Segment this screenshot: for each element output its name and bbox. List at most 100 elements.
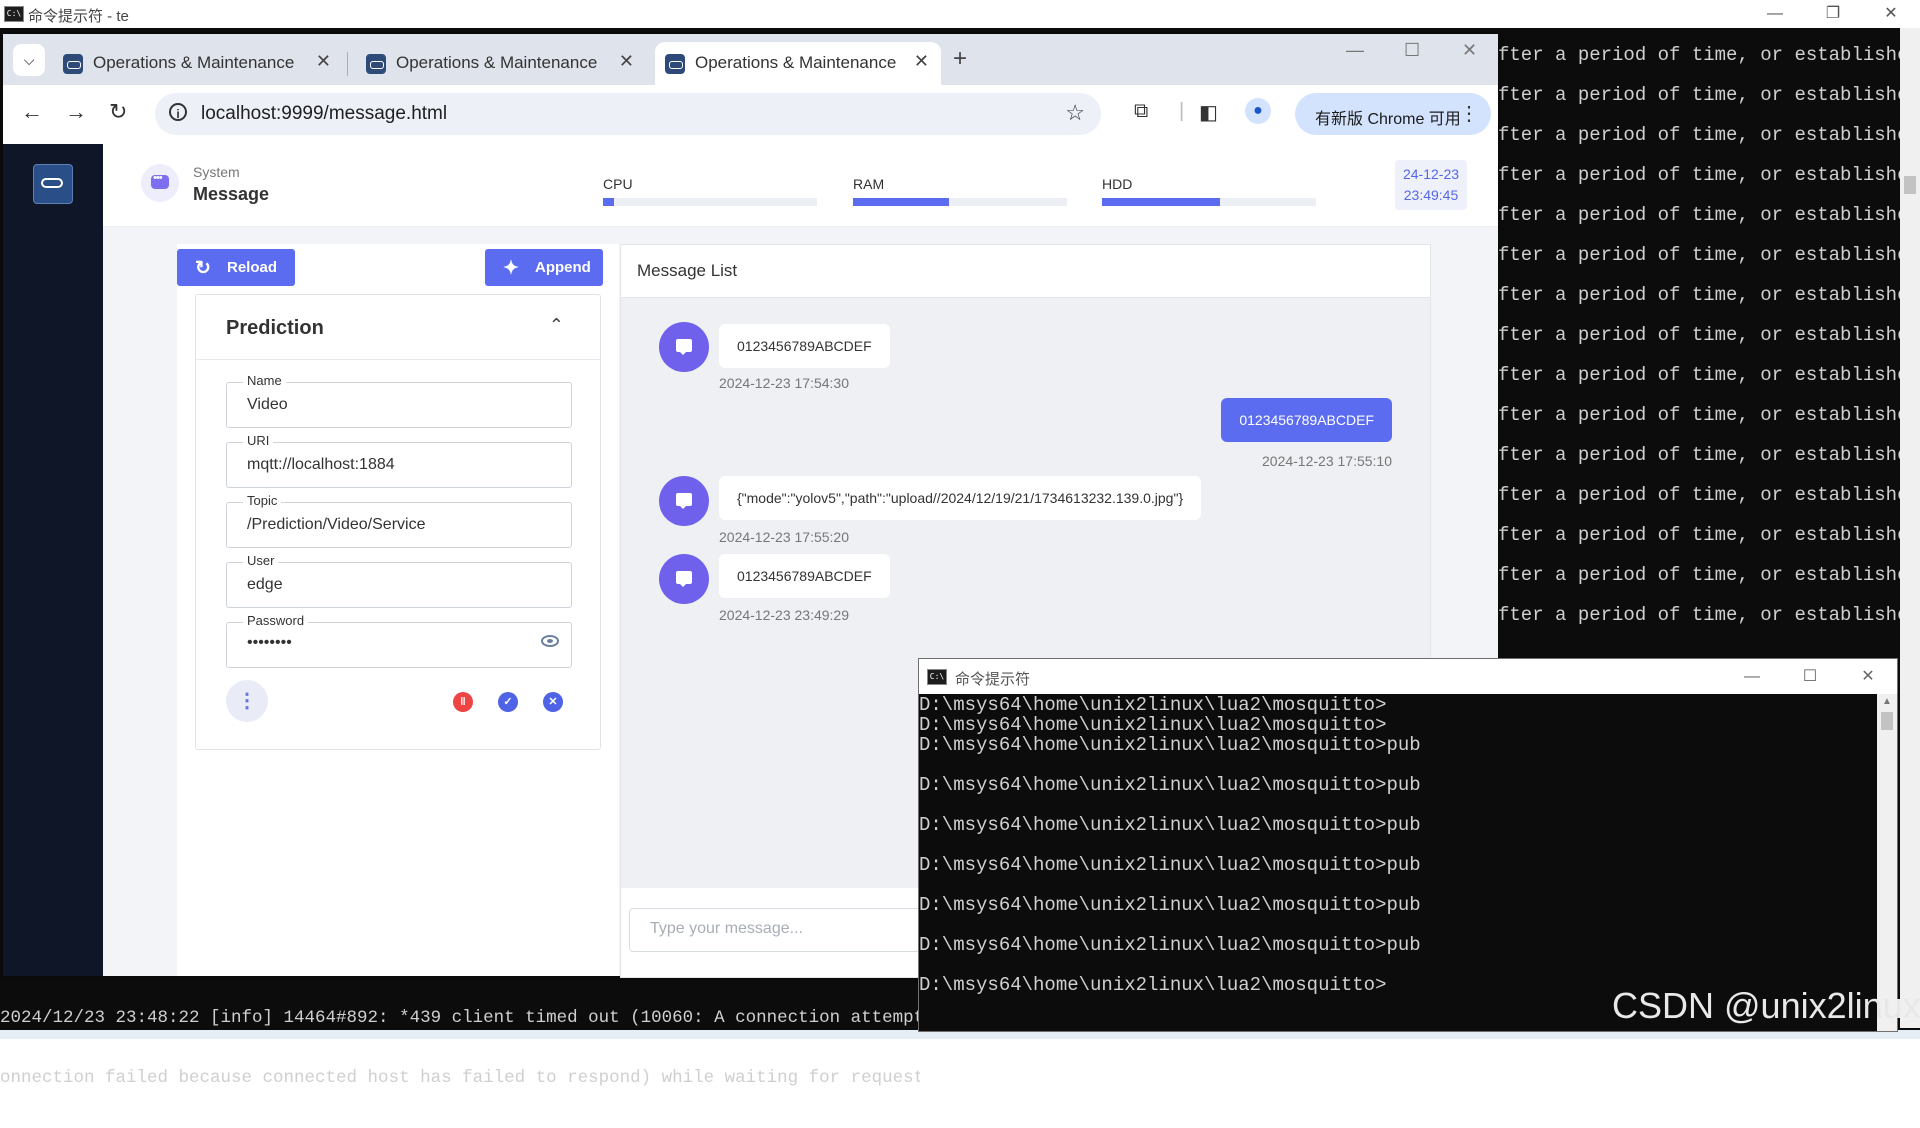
back-arrow-icon[interactable]: ← bbox=[21, 99, 43, 125]
field-label: Name bbox=[243, 373, 286, 388]
foreground-console-scrollbar[interactable]: ▲ bbox=[1877, 694, 1897, 1031]
message-list-title: Message List bbox=[637, 261, 738, 280]
vertical-dots-icon: ⋮ bbox=[237, 690, 257, 712]
csdn-watermark: CSDN @unix2linux bbox=[1612, 985, 1920, 1026]
pause-icon: ‖ bbox=[460, 696, 466, 708]
meter-fill bbox=[603, 198, 614, 206]
name-field[interactable]: Name Video bbox=[226, 373, 572, 428]
message-list-header: Message List bbox=[621, 245, 1430, 298]
uri-field[interactable]: URI mqtt://localhost:1884 bbox=[226, 433, 572, 488]
restore-button[interactable]: ❐ bbox=[1804, 0, 1862, 28]
page-title: Message bbox=[193, 184, 270, 204]
field-value[interactable]: edge bbox=[247, 576, 283, 594]
user-field[interactable]: User edge bbox=[226, 553, 572, 608]
datetime-badge: 24-12-23 23:49:45 bbox=[1395, 160, 1467, 210]
reload-button[interactable]: ↻ Reload bbox=[177, 249, 295, 286]
more-options-button[interactable]: ⋮ bbox=[226, 680, 268, 722]
tab-close-icon[interactable]: ✕ bbox=[316, 51, 331, 72]
show-password-eye-icon[interactable] bbox=[541, 635, 559, 647]
side-panel-icon[interactable]: ◧ bbox=[1199, 100, 1218, 125]
sent-message-bubble: 0123456789ABCDEF bbox=[1221, 398, 1392, 442]
background-console-right-lines: fter a period of time, or established c f… bbox=[1498, 44, 1920, 644]
tab-close-icon[interactable]: ✕ bbox=[914, 51, 929, 72]
tab-search-button[interactable]: ⌵ bbox=[13, 44, 45, 76]
close-button[interactable]: ✕ bbox=[1839, 659, 1897, 694]
tab-3-active[interactable]: Operations & Maintenance ✕ bbox=[655, 42, 941, 85]
topic-field[interactable]: Topic /Prediction/Video/Service bbox=[226, 493, 572, 548]
cancel-button[interactable]: ✕ bbox=[543, 692, 563, 712]
message-icon bbox=[141, 164, 179, 202]
site-favicon-icon bbox=[366, 54, 386, 74]
console-line: fter a period of time, or established c bbox=[1498, 564, 1920, 586]
maximize-button[interactable]: ☐ bbox=[1781, 659, 1839, 694]
prediction-card: Prediction ⌃ Name Video URI mqtt://local… bbox=[195, 294, 601, 750]
field-value[interactable]: Video bbox=[247, 396, 288, 414]
more-menu-icon[interactable]: ⋮ bbox=[1459, 101, 1479, 126]
bookmark-star-icon[interactable]: ☆ bbox=[1065, 100, 1085, 126]
message-time: 2024-12-23 17:55:20 bbox=[719, 529, 849, 545]
address-bar[interactable]: i localhost:9999/message.html ☆ bbox=[155, 93, 1101, 135]
console-line: D:\msys64\home\unix2linux\lua2\mosquitto… bbox=[919, 714, 1387, 736]
maximize-button[interactable]: ☐ bbox=[1404, 40, 1420, 61]
meter-label: CPU bbox=[603, 176, 633, 192]
app-logo-icon[interactable] bbox=[33, 164, 73, 204]
minimize-button[interactable]: — bbox=[1746, 0, 1804, 28]
password-field[interactable]: Password •••••••• bbox=[226, 613, 572, 668]
prediction-panel: ↻ Reload ✦ Append Prediction ⌃ Name Vide… bbox=[177, 244, 619, 976]
foreground-console-output[interactable]: D:\msys64\home\unix2linux\lua2\mosquitto… bbox=[919, 694, 1877, 1031]
site-favicon-icon bbox=[665, 54, 685, 74]
hdd-meter: HDD bbox=[1102, 176, 1316, 206]
minimize-button[interactable]: — bbox=[1723, 659, 1781, 694]
close-button[interactable]: ✕ bbox=[1862, 0, 1920, 28]
extensions-puzzle-icon[interactable]: ⧉ bbox=[1134, 100, 1148, 123]
field-label: Password bbox=[243, 613, 309, 628]
background-console-title: 命令提示符 - te bbox=[28, 8, 129, 25]
reload-icon[interactable]: ↻ bbox=[109, 99, 127, 125]
field-value[interactable]: •••••••• bbox=[247, 634, 292, 652]
confirm-button[interactable]: ✓ bbox=[498, 692, 518, 712]
chevron-up-icon[interactable]: ⌃ bbox=[549, 315, 564, 336]
console-line: D:\msys64\home\unix2linux\lua2\mosquitto… bbox=[919, 774, 1421, 796]
new-tab-button[interactable]: + bbox=[953, 45, 967, 73]
browser-toolbar: ← → ↻ i localhost:9999/message.html ☆ ⧉ … bbox=[3, 85, 1498, 145]
prediction-header[interactable]: Prediction ⌃ bbox=[196, 295, 600, 360]
field-value[interactable]: /Prediction/Video/Service bbox=[247, 516, 425, 534]
close-button[interactable]: ✕ bbox=[1462, 40, 1477, 61]
append-label: Append bbox=[535, 259, 591, 276]
site-favicon-icon bbox=[63, 54, 83, 74]
append-button[interactable]: ✦ Append bbox=[485, 249, 603, 286]
message-time: 2024-12-23 17:55:10 bbox=[1262, 453, 1392, 469]
url-text[interactable]: localhost:9999/message.html bbox=[201, 103, 447, 125]
scroll-up-icon[interactable]: ▲ bbox=[1882, 696, 1892, 707]
tab-2[interactable]: Operations & Maintenance ✕ bbox=[356, 42, 646, 85]
console-line: fter a period of time, or established c bbox=[1498, 44, 1920, 66]
cmd-icon: C:\ bbox=[4, 6, 24, 22]
forward-arrow-icon[interactable]: → bbox=[65, 99, 87, 125]
tab-1[interactable]: Operations & Maintenance ✕ bbox=[53, 42, 343, 85]
profile-avatar-icon[interactable]: ● bbox=[1245, 98, 1271, 124]
console-line: D:\msys64\home\unix2linux\lua2\mosquitto… bbox=[919, 734, 1421, 756]
tab-close-icon[interactable]: ✕ bbox=[619, 51, 634, 72]
site-info-icon[interactable]: i bbox=[169, 103, 187, 121]
time-text: 23:49:45 bbox=[1403, 187, 1459, 203]
console-line: D:\msys64\home\unix2linux\lua2\mosquitto… bbox=[919, 854, 1421, 876]
field-value[interactable]: mqtt://localhost:1884 bbox=[247, 456, 395, 474]
console-line: fter a period of time, or established c bbox=[1498, 484, 1920, 506]
tab-strip: ⌵ Operations & Maintenance ✕ Operations … bbox=[3, 34, 1498, 85]
log-line: onnection failed because connected host … bbox=[0, 1068, 920, 1088]
cpu-meter: CPU bbox=[603, 176, 817, 206]
cmd-icon: C:\ bbox=[927, 669, 947, 685]
add-icon: ✦ bbox=[503, 258, 519, 279]
console-line: fter a period of time, or established c bbox=[1498, 524, 1920, 546]
chrome-update-button[interactable]: 有新版 Chrome 可用 ⋮ bbox=[1295, 93, 1491, 135]
console-line: fter a period of time, or established c bbox=[1498, 404, 1920, 426]
console-line: fter a period of time, or established c bbox=[1498, 444, 1920, 466]
chevron-down-icon: ⌵ bbox=[23, 52, 35, 68]
pause-button[interactable]: ‖ bbox=[453, 692, 473, 712]
foreground-console-window: C:\ 命令提示符 — ☐ ✕ D:\msys64\home\unix2linu… bbox=[918, 658, 1898, 1032]
sender-avatar bbox=[659, 322, 709, 372]
minimize-button[interactable]: — bbox=[1346, 40, 1364, 61]
background-console-scrollbar[interactable] bbox=[1900, 28, 1920, 1028]
